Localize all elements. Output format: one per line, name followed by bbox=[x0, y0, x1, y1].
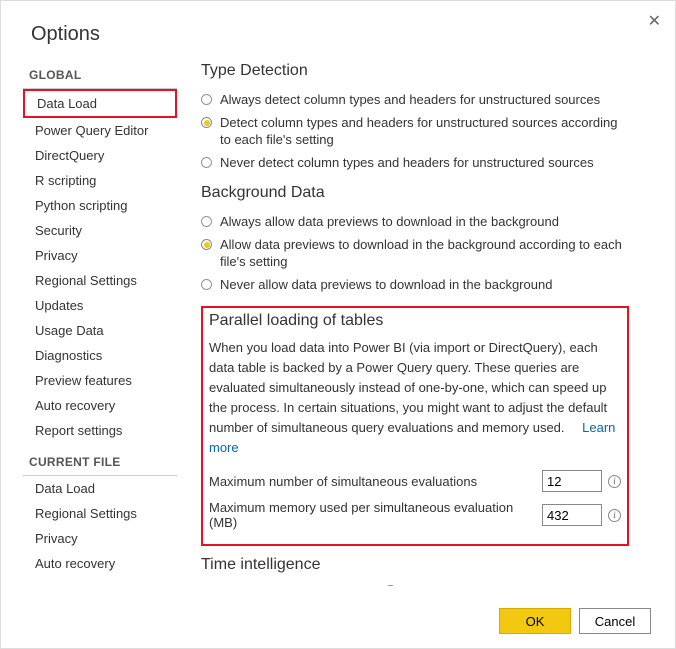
max-memory-label: Maximum memory used per simultaneous eva… bbox=[209, 500, 542, 530]
checkbox-label: Auto date/time for new files bbox=[221, 585, 378, 586]
sidebar-item-updates[interactable]: Updates bbox=[23, 293, 177, 318]
sidebar-item-report-settings[interactable]: Report settings bbox=[23, 418, 177, 443]
max-memory-input[interactable] bbox=[542, 504, 602, 526]
sidebar-item-cf-regional-settings[interactable]: Regional Settings bbox=[23, 501, 177, 526]
radio-label: Always detect column types and headers f… bbox=[220, 91, 600, 108]
parallel-desc-text: When you load data into Power BI (via im… bbox=[209, 340, 607, 435]
parallel-description: When you load data into Power BI (via im… bbox=[209, 338, 621, 458]
auto-datetime-checkbox-row[interactable]: Auto date/time for new files i Learn mor… bbox=[201, 582, 629, 586]
sidebar-item-cf-data-load[interactable]: Data Load bbox=[23, 476, 177, 501]
sidebar-item-r-scripting[interactable]: R scripting bbox=[23, 168, 177, 193]
sidebar-item-directquery[interactable]: DirectQuery bbox=[23, 143, 177, 168]
sidebar-item-cf-privacy[interactable]: Privacy bbox=[23, 526, 177, 551]
radio-type-never[interactable]: Never detect column types and headers fo… bbox=[201, 151, 629, 174]
parallel-loading-section: Parallel loading of tables When you load… bbox=[201, 306, 629, 546]
dialog-footer: OK Cancel bbox=[499, 608, 651, 634]
radio-type-always[interactable]: Always detect column types and headers f… bbox=[201, 88, 629, 111]
sidebar-item-regional-settings[interactable]: Regional Settings bbox=[23, 268, 177, 293]
radio-label: Always allow data previews to download i… bbox=[220, 213, 559, 230]
sidebar-item-cf-auto-recovery[interactable]: Auto recovery bbox=[23, 551, 177, 576]
radio-bg-perfile[interactable]: Allow data previews to download in the b… bbox=[201, 233, 629, 273]
radio-bg-never[interactable]: Never allow data previews to download in… bbox=[201, 273, 629, 296]
max-evaluations-label: Maximum number of simultaneous evaluatio… bbox=[209, 474, 542, 489]
cancel-button[interactable]: Cancel bbox=[579, 608, 651, 634]
radio-icon bbox=[201, 94, 212, 105]
radio-icon bbox=[201, 216, 212, 227]
sidebar-item-usage-data[interactable]: Usage Data bbox=[23, 318, 177, 343]
section-background-data-head: Background Data bbox=[201, 184, 629, 202]
info-icon[interactable]: i bbox=[608, 509, 621, 522]
sidebar-item-privacy[interactable]: Privacy bbox=[23, 243, 177, 268]
section-time-intel-head: Time intelligence bbox=[201, 556, 629, 574]
sidebar-item-auto-recovery[interactable]: Auto recovery bbox=[23, 393, 177, 418]
section-parallel-head: Parallel loading of tables bbox=[209, 312, 621, 330]
sidebar-item-power-query-editor[interactable]: Power Query Editor bbox=[23, 118, 177, 143]
learn-more-link[interactable]: Learn more bbox=[405, 585, 471, 586]
section-type-detection-head: Type Detection bbox=[201, 62, 629, 80]
radio-icon bbox=[201, 157, 212, 168]
radio-label: Never allow data previews to download in… bbox=[220, 276, 552, 293]
sidebar-item-data-load[interactable]: Data Load bbox=[23, 89, 177, 118]
info-icon[interactable]: i bbox=[384, 585, 397, 586]
close-icon[interactable]: ✕ bbox=[648, 11, 661, 31]
radio-type-perfile[interactable]: Detect column types and headers for unst… bbox=[201, 111, 629, 151]
radio-label: Detect column types and headers for unst… bbox=[220, 114, 629, 148]
ok-button[interactable]: OK bbox=[499, 608, 571, 634]
radio-icon bbox=[201, 279, 212, 290]
radio-icon bbox=[201, 239, 212, 250]
sidebar-item-security[interactable]: Security bbox=[23, 218, 177, 243]
sidebar-head-global: GLOBAL bbox=[23, 62, 177, 89]
max-evaluations-input[interactable] bbox=[542, 470, 602, 492]
sidebar: GLOBAL Data Load Power Query Editor Dire… bbox=[23, 56, 183, 586]
sidebar-item-diagnostics[interactable]: Diagnostics bbox=[23, 343, 177, 368]
dialog-title: Options bbox=[1, 1, 675, 56]
sidebar-item-preview-features[interactable]: Preview features bbox=[23, 368, 177, 393]
info-icon[interactable]: i bbox=[608, 475, 621, 488]
radio-bg-always[interactable]: Always allow data previews to download i… bbox=[201, 210, 629, 233]
sidebar-item-python-scripting[interactable]: Python scripting bbox=[23, 193, 177, 218]
radio-label: Never detect column types and headers fo… bbox=[220, 154, 594, 171]
radio-label: Allow data previews to download in the b… bbox=[220, 236, 629, 270]
content-area: Type Detection Always detect column type… bbox=[183, 56, 639, 586]
radio-icon bbox=[201, 117, 212, 128]
sidebar-head-current-file: CURRENT FILE bbox=[23, 449, 177, 476]
